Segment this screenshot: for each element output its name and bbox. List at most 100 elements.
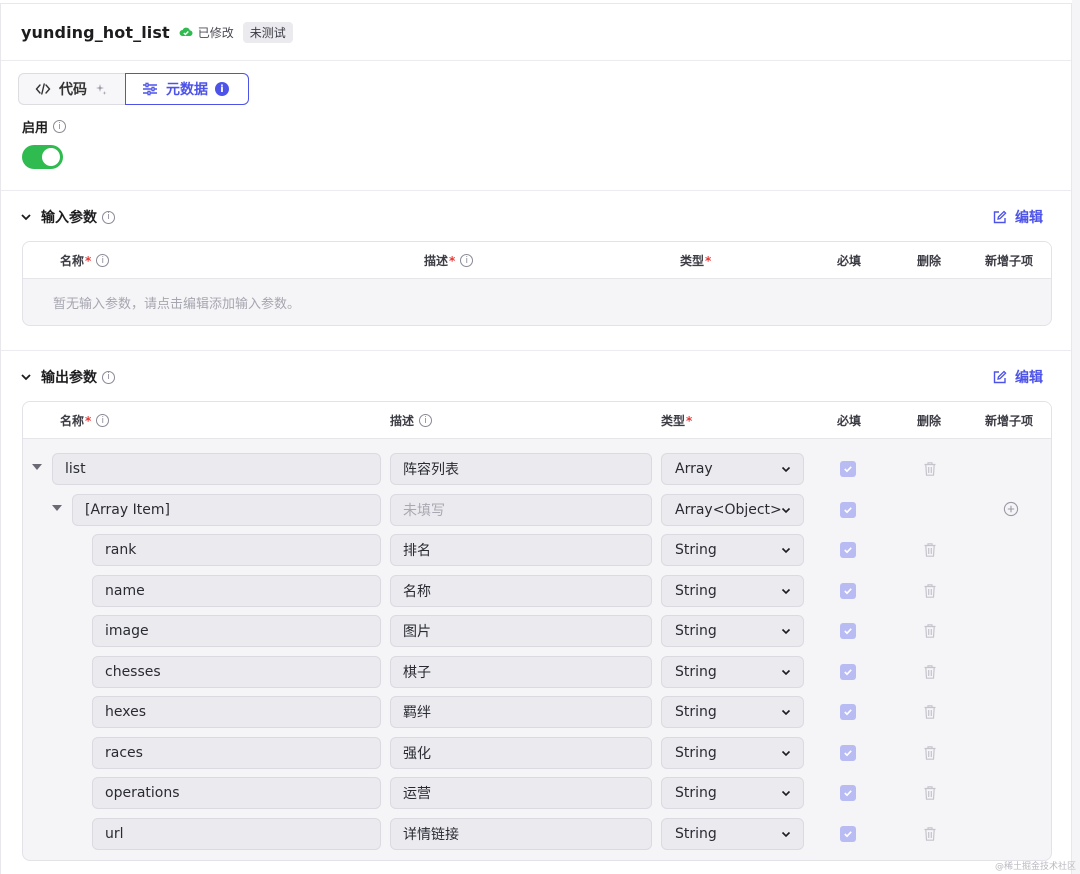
param-type-select[interactable]: String [661, 696, 804, 728]
param-type-select[interactable]: String [661, 534, 804, 566]
input-edit-label: 编辑 [1015, 210, 1043, 226]
param-desc-input[interactable]: 强化 [390, 736, 652, 769]
required-checkbox[interactable] [840, 744, 856, 761]
param-type-select[interactable]: Array<Object> [661, 493, 804, 526]
table-row: hexes 羁绊 String [23, 692, 1051, 732]
trash-icon[interactable] [923, 623, 937, 639]
param-name-input[interactable]: hexes [92, 696, 381, 728]
param-type-select[interactable]: Array [661, 453, 804, 485]
required-checkbox[interactable] [840, 542, 856, 558]
chevron-down-icon [20, 211, 32, 223]
enable-toggle[interactable] [22, 145, 63, 169]
table-header: 名称 * i 描述 i 类型 * 必填 删除 新增子项 [23, 402, 1051, 439]
output-rows: list 阵容列表 Array [Array Item] 未填写 Array<Object… [23, 439, 1051, 859]
chevron-down-icon [780, 625, 792, 637]
required-checkbox[interactable] [840, 461, 856, 477]
required-checkbox[interactable] [840, 582, 856, 599]
param-name-input[interactable]: name [92, 574, 381, 607]
enable-info-icon[interactable]: i [53, 120, 67, 133]
param-name-input[interactable]: image [92, 615, 381, 647]
col-required: 必填 [837, 414, 862, 428]
table-row: url 详情链接 String [23, 814, 1051, 854]
param-type-select[interactable]: String [661, 615, 804, 647]
param-type-select[interactable]: String [661, 777, 804, 809]
table-row: chesses 棋子 String [23, 652, 1051, 692]
param-type-value: String [675, 623, 717, 639]
output-params-title: 输出参数 [41, 370, 97, 386]
output-edit-button[interactable]: 编辑 [992, 367, 1043, 387]
trash-icon[interactable] [923, 704, 937, 720]
param-desc-input[interactable]: 排名 [390, 534, 652, 566]
param-name-input[interactable]: list [52, 453, 381, 485]
param-name-input[interactable]: url [92, 817, 381, 850]
input-edit-button[interactable]: 编辑 [992, 207, 1043, 227]
watermark: @稀土掘金技术社区 [994, 862, 1076, 872]
table-row: races 强化 String [23, 733, 1051, 773]
chevron-down-icon [780, 544, 792, 556]
plugin-tool-panel: yunding_hot_list 已修改 未测试 代码 元数据 i 启用 i 输… [0, 3, 1072, 874]
required-checkbox[interactable] [840, 663, 856, 680]
caret-down-icon[interactable] [52, 504, 62, 511]
required-checkbox[interactable] [840, 501, 856, 518]
edit-icon [992, 370, 1007, 385]
trash-icon[interactable] [923, 583, 937, 599]
trash-icon[interactable] [923, 745, 937, 761]
input-params-info-icon[interactable]: i [102, 210, 115, 224]
param-type-select[interactable]: String [661, 736, 804, 769]
param-type-select[interactable]: String [661, 655, 804, 688]
param-desc-input[interactable]: 羁绊 [390, 696, 652, 728]
section-divider [1, 350, 1071, 351]
trash-icon[interactable] [923, 461, 937, 477]
param-name-input[interactable]: [Array Item] [72, 493, 381, 526]
add-child-icon[interactable] [1003, 501, 1019, 517]
chevron-down-icon [780, 706, 792, 718]
table-row: image 图片 String [23, 611, 1051, 651]
trash-icon[interactable] [923, 542, 937, 558]
output-edit-label: 编辑 [1015, 370, 1043, 386]
chevron-down-icon [780, 504, 792, 516]
table-header: 名称 * i 描述 * i 类型 * 必填 删除 新增子项 [23, 242, 1051, 279]
info-icon: i [215, 82, 229, 96]
param-name-input[interactable]: operations [92, 777, 381, 809]
param-type-select[interactable]: String [661, 574, 804, 607]
param-desc-input[interactable]: 详情链接 [390, 817, 652, 850]
param-name-input[interactable]: races [92, 736, 381, 769]
param-desc-input[interactable]: 名称 [390, 574, 652, 607]
tab-metadata[interactable]: 元数据 i [125, 73, 249, 105]
param-desc-input[interactable]: 运营 [390, 777, 652, 809]
input-params-title: 输入参数 [41, 210, 97, 226]
required-checkbox[interactable] [840, 704, 856, 720]
param-type-value: String [675, 663, 717, 680]
table-row: rank 排名 String [23, 530, 1051, 570]
param-type-select[interactable]: String [661, 817, 804, 850]
param-name-input[interactable]: chesses [92, 655, 381, 688]
trash-icon[interactable] [923, 826, 937, 842]
param-type-value: String [675, 582, 717, 599]
param-type-value: String [675, 542, 717, 558]
modified-status: 已修改 [197, 25, 234, 40]
required-checkbox[interactable] [840, 785, 856, 801]
output-params-header[interactable]: 输出参数 i [20, 367, 115, 387]
table-row: [Array Item] 未填写 Array<Object> [23, 490, 1051, 530]
col-desc: 描述 * i [424, 242, 474, 279]
param-type-value: Array [675, 461, 713, 477]
tab-code-label: 代码 [59, 82, 87, 98]
section-divider [1, 190, 1071, 191]
view-tabs: 代码 元数据 i [18, 73, 249, 105]
trash-icon[interactable] [923, 785, 937, 801]
output-params-info-icon[interactable]: i [102, 370, 115, 384]
required-checkbox[interactable] [840, 825, 856, 842]
trash-icon[interactable] [923, 664, 937, 680]
info-icon: i [419, 414, 433, 427]
input-params-header[interactable]: 输入参数 i [20, 207, 115, 227]
required-checkbox[interactable] [840, 623, 856, 639]
tab-code[interactable]: 代码 [18, 73, 125, 105]
param-desc-input[interactable]: 棋子 [390, 655, 652, 688]
caret-down-icon[interactable] [32, 464, 42, 470]
param-desc-input[interactable]: 图片 [390, 615, 652, 647]
param-desc-input[interactable]: 阵容列表 [390, 453, 652, 485]
param-name-input[interactable]: rank [92, 534, 381, 566]
table-row: list 阵容列表 Array [23, 449, 1051, 489]
info-icon: i [96, 414, 110, 427]
param-desc-input[interactable]: 未填写 [390, 493, 652, 526]
